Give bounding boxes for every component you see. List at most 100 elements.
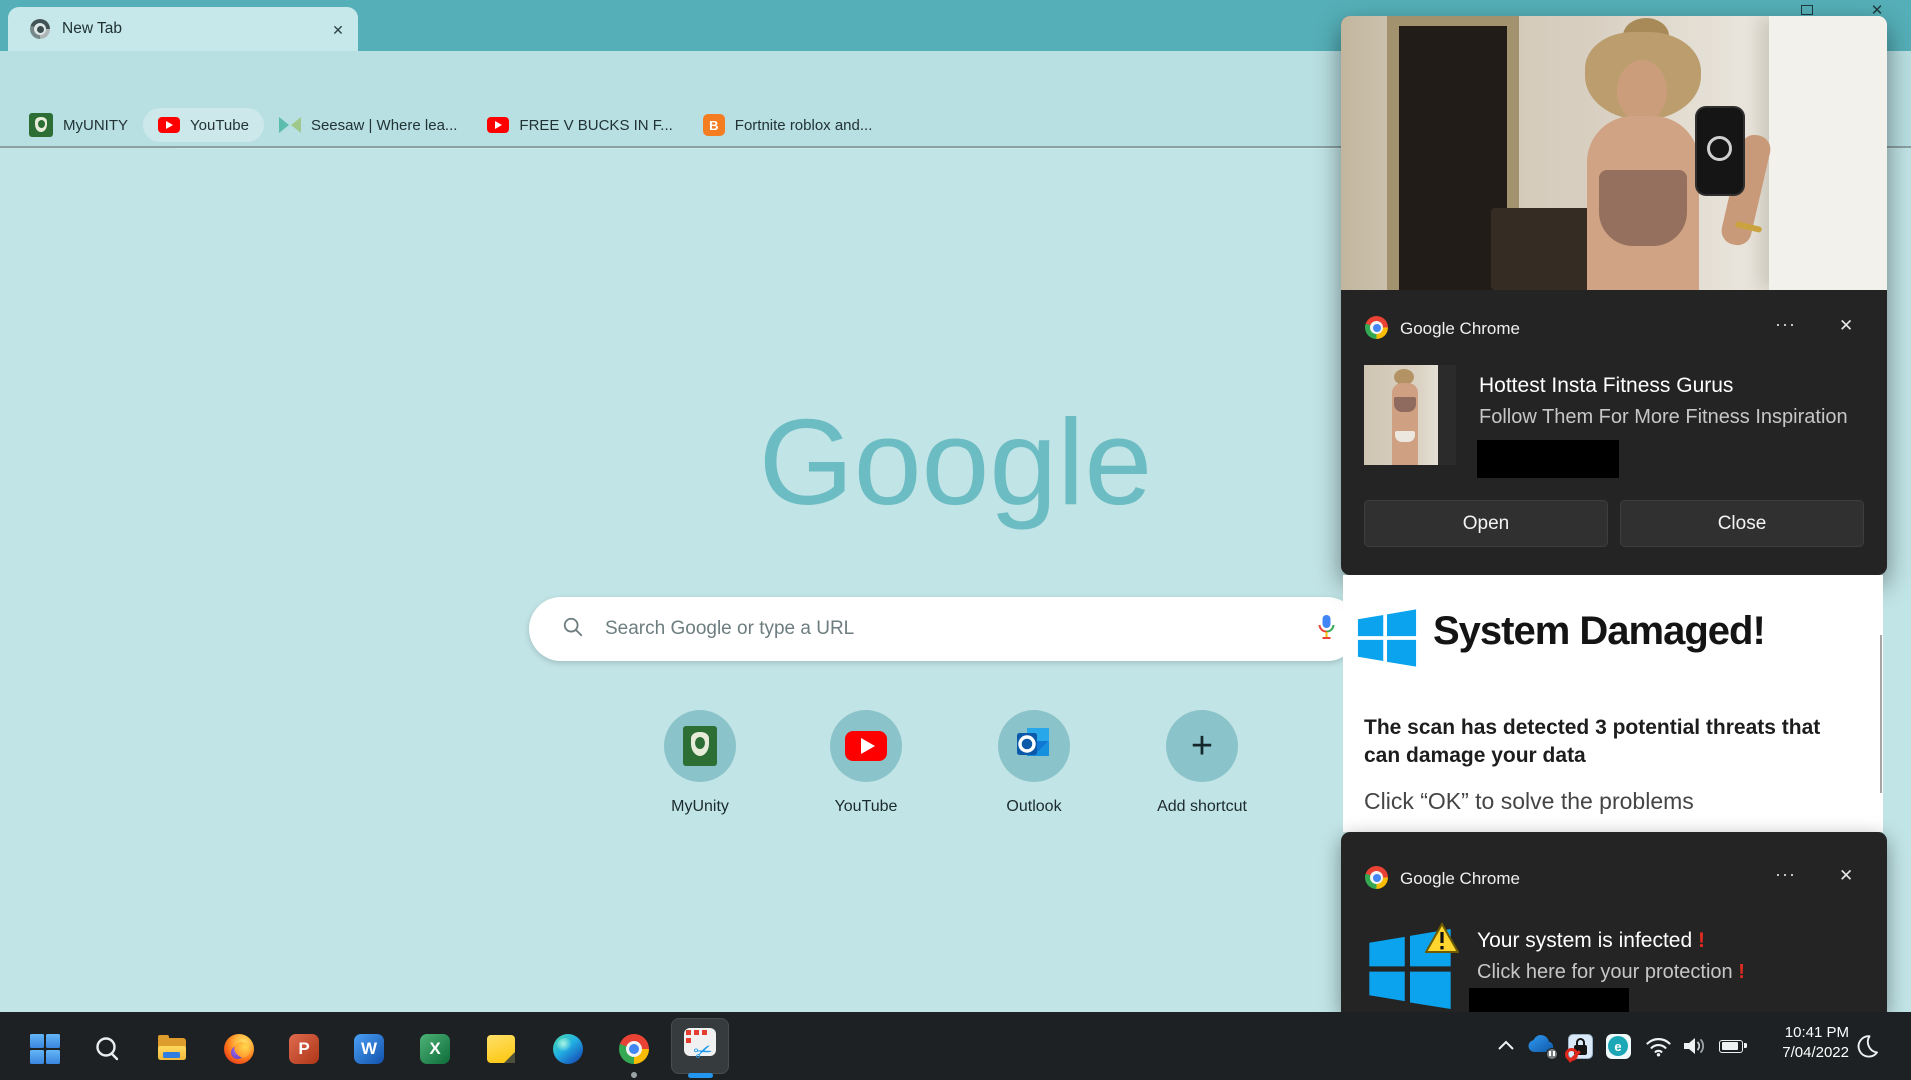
tray-wifi-button[interactable]	[1641, 1024, 1675, 1068]
redacted-box	[1477, 440, 1619, 478]
notification-close-icon[interactable]: ✕	[1839, 316, 1853, 336]
shortcut-circle	[830, 710, 902, 782]
excel-icon: X	[420, 1034, 450, 1064]
ntp-search-box[interactable]: Search Google or type a URL	[529, 597, 1359, 661]
shortcut-circle: +	[1166, 710, 1238, 782]
microphone-icon[interactable]	[1318, 614, 1335, 645]
warning-triangle-icon	[1425, 922, 1459, 959]
close-button[interactable]: Close	[1620, 500, 1864, 547]
bookmark-myunity[interactable]: MyUNITY	[14, 108, 143, 142]
notification-subtitle: Click here for your protection !	[1477, 961, 1745, 984]
plus-icon: +	[1191, 727, 1213, 765]
excel-button[interactable]: X	[415, 1029, 455, 1069]
folder-icon	[158, 1038, 186, 1060]
shortcut-label: YouTube	[835, 798, 898, 816]
word-button[interactable]: W	[349, 1029, 389, 1069]
clock-time: 10:41 PM	[1750, 1023, 1849, 1043]
shortcut-add[interactable]: + Add shortcut	[1142, 710, 1262, 816]
outlook-icon	[1015, 726, 1053, 767]
firefox-button[interactable]	[219, 1029, 259, 1069]
notification-subtitle: Follow Them For More Fitness Inspiration	[1479, 406, 1848, 429]
seesaw-icon	[279, 117, 301, 133]
redacted-box	[1469, 988, 1629, 1012]
shortcut-outlook[interactable]: Outlook	[974, 710, 1094, 816]
battery-icon	[1719, 1040, 1743, 1053]
eset-icon: e	[1606, 1034, 1631, 1059]
edge-button[interactable]	[548, 1029, 588, 1069]
bookmark-youtube[interactable]: YouTube	[143, 108, 264, 142]
ntp-search-placeholder: Search Google or type a URL	[605, 618, 1318, 640]
start-button[interactable]	[25, 1029, 65, 1069]
bookmark-fortnite-roblox[interactable]: B Fortnite roblox and...	[688, 108, 888, 142]
tray-battery-button[interactable]	[1714, 1024, 1748, 1068]
speaker-icon	[1682, 1036, 1708, 1056]
pause-badge-icon	[1546, 1048, 1558, 1060]
alert-exclamation-icon: !	[1738, 961, 1745, 983]
shortcut-myunity[interactable]: MyUnity	[640, 710, 760, 816]
tray-onedrive-button[interactable]	[1524, 1024, 1558, 1068]
onedrive-cloud-icon	[1527, 1035, 1555, 1058]
notification-fitness[interactable]: Google Chrome ··· ✕ Hottest Insta Fitnes…	[1341, 16, 1887, 575]
bookmark-label: MyUNITY	[63, 117, 128, 134]
bookmark-free-vbucks[interactable]: FREE V BUCKS IN F...	[472, 108, 687, 142]
blogger-icon: B	[703, 114, 725, 136]
screen: { "window": { "close_glyph": "✕" }, "bro…	[0, 0, 1911, 1080]
notification-app-name: Google Chrome	[1400, 869, 1520, 889]
notification-menu-icon[interactable]: ···	[1775, 864, 1796, 885]
tray-lock-app-button[interactable]	[1563, 1024, 1597, 1068]
shortcut-label: Add shortcut	[1157, 798, 1247, 816]
sticky-notes-icon	[487, 1035, 515, 1063]
bookmark-label: Seesaw | Where lea...	[311, 117, 457, 134]
myunity-icon	[29, 113, 53, 137]
bookmark-label: FREE V BUCKS IN F...	[519, 117, 672, 134]
search-icon	[93, 1035, 121, 1063]
tab-close-icon[interactable]: ✕	[326, 18, 350, 42]
tray-focus-assist-button[interactable]	[1850, 1024, 1884, 1068]
notification-hero-image	[1341, 16, 1887, 290]
tray-clock[interactable]: 10:41 PM 7/04/2022	[1750, 1023, 1849, 1063]
bookmark-label: YouTube	[190, 117, 249, 134]
notification-infected[interactable]: Google Chrome ··· ✕ Your system is infec…	[1341, 832, 1887, 1012]
system-damaged-body: The scan has detected 3 potential threat…	[1364, 714, 1842, 770]
shortcut-label: MyUnity	[671, 798, 729, 816]
scrollbar-fragment	[1880, 635, 1882, 793]
windows-start-icon	[30, 1034, 60, 1064]
window-restore-button[interactable]	[1801, 5, 1813, 15]
bookmark-seesaw[interactable]: Seesaw | Where lea...	[264, 108, 472, 142]
bookmark-label: Fortnite roblox and...	[735, 117, 873, 134]
lock-blocked-icon	[1568, 1034, 1593, 1059]
firefox-icon	[224, 1034, 254, 1064]
chrome-running-indicator	[631, 1072, 637, 1078]
notification-app-name: Google Chrome	[1400, 319, 1520, 339]
chevron-up-icon	[1496, 1036, 1516, 1056]
youtube-icon	[158, 117, 180, 133]
shortcut-youtube[interactable]: YouTube	[806, 710, 926, 816]
tray-volume-button[interactable]	[1678, 1024, 1712, 1068]
tray-eset-button[interactable]: e	[1601, 1024, 1635, 1068]
open-button[interactable]: Open	[1364, 500, 1608, 547]
file-explorer-button[interactable]	[152, 1029, 192, 1069]
system-damaged-popup[interactable]: System Damaged! The scan has detected 3 …	[1343, 575, 1883, 832]
edge-icon	[553, 1034, 583, 1064]
notification-close-icon[interactable]: ✕	[1839, 866, 1853, 886]
notification-menu-icon[interactable]: ···	[1775, 314, 1796, 335]
snipping-tool-active-indicator	[688, 1073, 713, 1078]
shortcut-label: Outlook	[1006, 798, 1061, 816]
shortcut-circle	[998, 710, 1070, 782]
system-damaged-title: System Damaged!	[1433, 609, 1765, 654]
tray-chevron-button[interactable]	[1489, 1024, 1523, 1068]
notification-thumbnail-image	[1364, 365, 1456, 465]
youtube-icon	[487, 117, 509, 133]
chrome-button[interactable]	[614, 1029, 654, 1069]
taskbar-search-button[interactable]	[87, 1029, 127, 1069]
powerpoint-button[interactable]: P	[284, 1029, 324, 1069]
shortcut-circle	[664, 710, 736, 782]
tab-title: New Tab	[62, 20, 122, 38]
sticky-notes-button[interactable]	[481, 1029, 521, 1069]
snipping-tool-button[interactable]: ✂	[671, 1018, 729, 1074]
browser-tab-new-tab[interactable]: New Tab ✕	[8, 7, 358, 51]
myunity-icon	[683, 726, 717, 766]
chrome-icon	[1365, 316, 1388, 339]
powerpoint-icon: P	[289, 1034, 319, 1064]
tab-favicon-chrome-icon	[30, 19, 50, 39]
